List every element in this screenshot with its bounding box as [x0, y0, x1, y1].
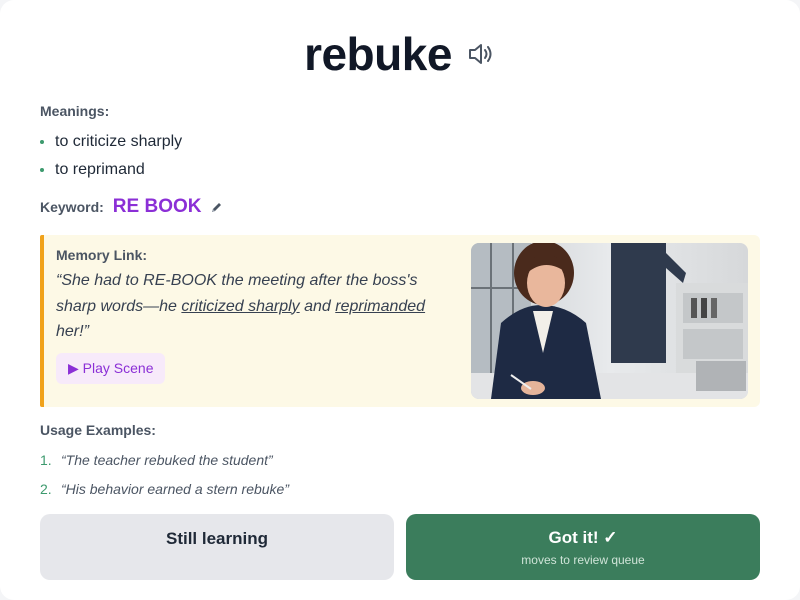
- memory-text-part: and: [299, 297, 336, 315]
- flashcard: rebuke Meanings: to criticize sharply to…: [0, 0, 800, 600]
- example-number: 1.: [40, 452, 52, 468]
- memory-link-box: Memory Link: “She had to RE-BOOK the mee…: [40, 235, 760, 407]
- usage-examples-label: Usage Examples:: [40, 422, 156, 438]
- memory-text-underlined: criticized sharply: [181, 297, 300, 315]
- pencil-icon[interactable]: [210, 201, 223, 214]
- meaning-text: to criticize sharply: [55, 133, 183, 150]
- bullet-icon: [40, 140, 44, 144]
- word-header: rebuke: [0, 26, 800, 82]
- got-it-sublabel: moves to review queue: [521, 552, 645, 567]
- scene-image: [471, 243, 748, 399]
- example-item: 1. “The teacher rebuked the student”: [40, 446, 289, 475]
- memory-text-underlined: reprimanded: [335, 297, 426, 315]
- still-learning-button[interactable]: Still learning: [40, 514, 394, 580]
- example-number: 2.: [40, 481, 52, 497]
- example-text: “The teacher rebuked the student”: [61, 452, 273, 468]
- keyword-label: Keyword:: [40, 199, 104, 215]
- meaning-item: to criticize sharply: [40, 128, 182, 156]
- speaker-icon[interactable]: [466, 39, 496, 69]
- keyword-row: Keyword: RE BOOK: [40, 196, 223, 218]
- keyword-value: RE BOOK: [112, 196, 202, 217]
- got-it-label: Got it! ✓: [548, 527, 618, 547]
- example-item: 2. “His behavior earned a stern rebuke”: [40, 475, 289, 504]
- meaning-item: to reprimand: [40, 156, 182, 184]
- memory-link-label: Memory Link:: [56, 247, 148, 263]
- memory-text-part: her!”: [56, 323, 89, 340]
- meaning-text: to reprimand: [55, 161, 145, 178]
- meanings-label: Meanings:: [40, 103, 110, 119]
- examples-list: 1. “The teacher rebuked the student” 2. “H…: [40, 446, 289, 504]
- word-title: rebuke: [304, 28, 452, 80]
- memory-link-text: “She had to RE-BOOK the meeting after th…: [56, 268, 450, 345]
- bullet-icon: [40, 168, 44, 172]
- example-text: “His behavior earned a stern rebuke”: [61, 481, 290, 497]
- got-it-button[interactable]: Got it! ✓ moves to review queue: [406, 514, 760, 580]
- still-learning-label: Still learning: [165, 529, 269, 548]
- play-scene-button[interactable]: ▶ Play Scene: [56, 353, 166, 384]
- meanings-list: to criticize sharply to reprimand: [40, 128, 182, 184]
